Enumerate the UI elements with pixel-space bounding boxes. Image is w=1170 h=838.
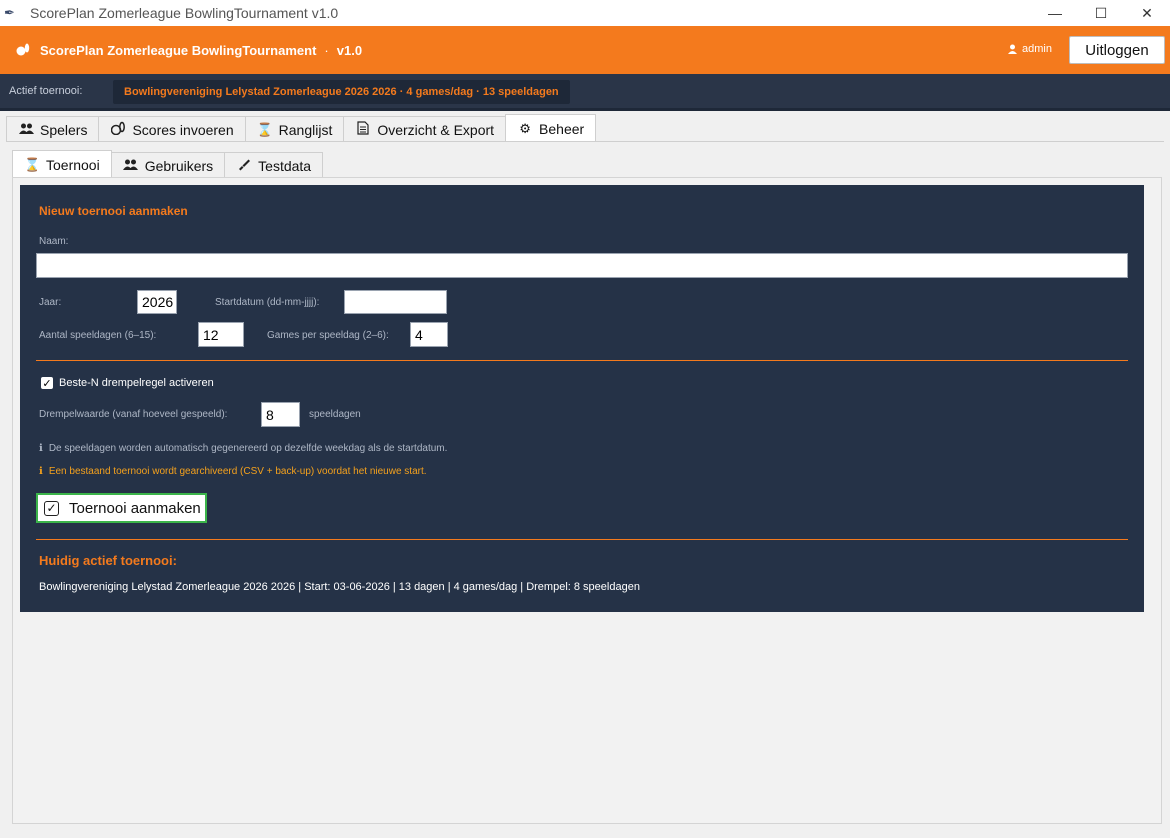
tab-label: Scores invoeren	[132, 121, 234, 138]
bowling-icon	[16, 42, 36, 59]
tab-beheer[interactable]: ⚙ Beheer	[505, 114, 597, 142]
startdatum-label: Startdatum (dd-mm-jjjj):	[215, 297, 320, 308]
speeldagen-label: Aantal speeldagen (6–15):	[39, 330, 157, 341]
games-input[interactable]: 4	[410, 322, 448, 347]
user-name: admin	[1022, 43, 1052, 55]
jaar-input[interactable]: 2026	[137, 290, 177, 314]
tab-spelers[interactable]: Spelers	[6, 116, 100, 142]
current-tournament-details: Bowlingvereniging Lelystad Zomerleague 2…	[39, 581, 640, 593]
tab-label: Ranglijst	[278, 121, 333, 138]
section-title: Nieuw toernooi aanmaken	[39, 204, 188, 218]
tournament-form-card: Nieuw toernooi aanmaken Naam: Jaar: 2026…	[20, 185, 1144, 612]
main-tabs: Spelers Scores invoeren ⌛ Ranglijst Over…	[6, 114, 597, 142]
create-tournament-label: Toernooi aanmaken	[69, 499, 201, 517]
divider	[0, 108, 1170, 111]
create-tournament-button[interactable]: ✓ Toernooi aanmaken	[36, 493, 207, 523]
tab-label: Toernooi	[46, 156, 100, 173]
drempel-input[interactable]: 8	[261, 402, 300, 427]
title-separator: ·	[324, 42, 329, 58]
current-user: admin	[1008, 43, 1052, 55]
info-generated-days: ℹ De speeldagen worden automatisch gegen…	[39, 443, 447, 454]
info-text: Een bestaand toernooi wordt gearchiveerd…	[48, 466, 427, 477]
tab-label: Testdata	[258, 157, 312, 174]
window-controls: — ☐ ✕	[1032, 0, 1170, 26]
app-title: ScorePlan Zomerleague BowlingTournament	[40, 42, 317, 58]
users-icon	[18, 122, 34, 137]
user-icon	[1008, 44, 1018, 54]
active-tournament-label: Actief toernooi:	[9, 85, 83, 97]
gear-icon: ⚙	[519, 120, 531, 136]
tab-gebruikers[interactable]: Gebruikers	[110, 152, 226, 178]
info-icon: ℹ	[39, 443, 43, 454]
active-tournament-value: Bowlingvereniging Lelystad Zomerleague 2…	[113, 80, 570, 104]
active-tournament-bar: Actief toernooi: Bowlingvereniging Lelys…	[0, 74, 1170, 108]
tab-label: Beheer	[539, 120, 585, 137]
hourglass-icon: ⌛	[256, 121, 273, 137]
naam-input[interactable]	[36, 253, 1128, 278]
tab-testdata[interactable]: Testdata	[224, 152, 324, 178]
games-label: Games per speeldag (2–6):	[267, 330, 389, 341]
speeldagen-input[interactable]: 12	[198, 322, 244, 347]
beste-n-checkbox[interactable]: ✓	[41, 377, 53, 390]
sub-tabs: ⌛ Toernooi Gebruikers Testdata	[12, 150, 324, 178]
hourglass-icon: ⌛	[24, 156, 41, 172]
bowling-icon	[110, 121, 126, 138]
startdatum-input[interactable]	[344, 290, 447, 314]
logout-button[interactable]: Uitloggen	[1069, 36, 1165, 64]
info-icon: ℹ	[39, 466, 43, 477]
window-titlebar: ✒ ScorePlan Zomerleague BowlingTournamen…	[0, 0, 1170, 26]
window-title: ScorePlan Zomerleague BowlingTournament …	[30, 5, 339, 21]
tab-overzicht-export[interactable]: Overzicht & Export	[343, 116, 507, 142]
drempel-unit: speeldagen	[309, 409, 361, 420]
tab-label: Gebruikers	[144, 157, 214, 174]
tab-toernooi[interactable]: ⌛ Toernooi	[12, 150, 112, 178]
users-icon	[123, 158, 139, 173]
drempel-label: Drempelwaarde (vanaf hoeveel gespeeld):	[39, 409, 228, 420]
close-icon[interactable]: ✕	[1124, 0, 1170, 26]
tab-label: Overzicht & Export	[377, 121, 495, 138]
beste-n-label: Beste-N drempelregel activeren	[59, 377, 214, 389]
document-icon	[355, 121, 371, 138]
app-version: v1.0	[336, 42, 363, 58]
brush-icon	[236, 157, 252, 174]
tab-ranglijst[interactable]: ⌛ Ranglijst	[244, 116, 345, 142]
current-tournament-title: Huidig actief toernooi:	[39, 553, 177, 568]
divider	[6, 141, 1164, 142]
checkmark-icon: ✓	[44, 500, 59, 516]
divider	[36, 360, 1128, 361]
feather-icon: ✒	[4, 5, 15, 20]
divider	[36, 539, 1128, 540]
jaar-label: Jaar:	[39, 297, 62, 308]
app-header: ScorePlan Zomerleague BowlingTournament …	[0, 26, 1170, 74]
tab-label: Spelers	[40, 121, 88, 138]
minimize-icon[interactable]: —	[1032, 0, 1078, 26]
maximize-icon[interactable]: ☐	[1078, 0, 1124, 26]
tab-scores-invoeren[interactable]: Scores invoeren	[98, 116, 246, 142]
info-text: De speeldagen worden automatisch gegener…	[48, 443, 448, 454]
info-archive-warning: ℹ Een bestaand toernooi wordt gearchivee…	[39, 466, 427, 477]
naam-label: Naam:	[39, 236, 69, 247]
